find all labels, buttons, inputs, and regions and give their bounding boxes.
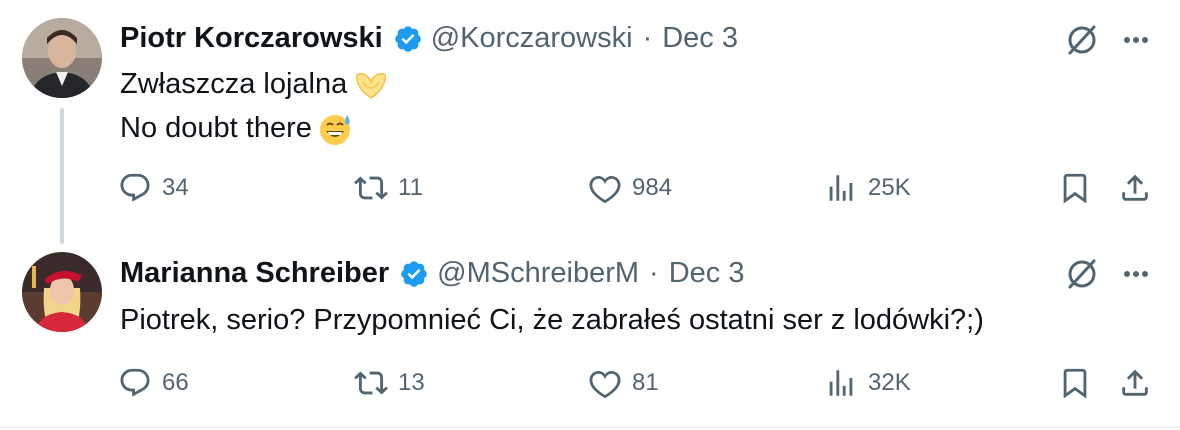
more-options-icon[interactable]	[1116, 254, 1156, 294]
reply-count: 34	[162, 174, 189, 201]
views-count: 32K	[868, 369, 911, 396]
verified-badge-icon	[394, 25, 421, 52]
separator-dot: ·	[642, 22, 653, 54]
reply-button[interactable]: 66	[118, 363, 189, 403]
tweet-text: Zwłaszcza lojalna No doubt there	[120, 62, 389, 150]
verified-badge-icon	[401, 260, 427, 287]
views-bar-chart-icon	[829, 175, 853, 201]
bookmark-icon	[1063, 173, 1087, 204]
tweet-date[interactable]: Dec 3	[669, 257, 745, 290]
reply-icon	[120, 173, 150, 202]
like-button[interactable]: 984	[588, 168, 672, 208]
reply-button[interactable]: 34	[118, 168, 189, 208]
tweet-line: No doubt there	[120, 106, 389, 150]
heart-hands-emoji	[356, 73, 387, 100]
author-name[interactable]: Marianna Schreiber	[120, 257, 389, 290]
tweet-header: Piotr Korczarowski @Korczarowski · Dec 3	[120, 22, 738, 55]
tweet-line: Piotrek, serio? Przypomnieć Ci, że zabra…	[120, 304, 984, 336]
share-button[interactable]	[1118, 168, 1152, 208]
views-count: 25K	[868, 174, 911, 201]
author-handle[interactable]: @MSchreiberM	[437, 257, 639, 290]
separator-dot: ·	[649, 257, 659, 289]
repost-count: 11	[398, 174, 423, 201]
repost-button[interactable]: 13	[354, 363, 425, 403]
divider	[0, 426, 1180, 428]
more-options-icon[interactable]	[1116, 20, 1156, 60]
repost-icon	[354, 176, 388, 200]
grok-icon[interactable]	[1062, 254, 1102, 294]
tweet-text: Piotrek, serio? Przypomnieć Ci, że zabra…	[120, 298, 984, 342]
heart-icon	[589, 370, 621, 399]
tweet[interactable]: Piotr Korczarowski @Korczarowski · Dec 3…	[0, 0, 1180, 244]
bookmark-button[interactable]	[1058, 168, 1092, 208]
like-button[interactable]: 81	[588, 363, 659, 403]
views-button[interactable]: 32K	[824, 363, 911, 403]
author-handle[interactable]: @Korczarowski	[431, 22, 633, 55]
tweet-header: Marianna Schreiber @MSchreiberM · Dec 3	[120, 257, 744, 290]
share-icon	[1122, 369, 1148, 396]
like-count: 984	[632, 174, 673, 201]
bookmark-icon	[1063, 368, 1087, 399]
tweet-date[interactable]: Dec 3	[662, 22, 738, 55]
bookmark-button[interactable]	[1058, 363, 1092, 403]
repost-icon	[354, 371, 388, 395]
tweet-actions: 34 11 984 25K	[0, 168, 1180, 208]
share-icon	[1122, 174, 1148, 201]
tweet-actions: 66 13 81 32K	[0, 363, 1180, 403]
tweet[interactable]: Marianna Schreiber @MSchreiberM · Dec 3 …	[0, 230, 1180, 430]
views-bar-chart-icon	[829, 370, 853, 396]
reply-icon	[120, 368, 150, 397]
like-count: 81	[632, 369, 659, 396]
share-button[interactable]	[1118, 363, 1152, 403]
reply-count: 66	[162, 369, 189, 396]
avatar[interactable]	[22, 18, 102, 98]
views-button[interactable]: 25K	[824, 168, 911, 208]
grinning-sweat-emoji	[319, 115, 350, 146]
tweet-line: Zwłaszcza lojalna	[120, 62, 389, 106]
avatar[interactable]	[22, 252, 102, 332]
repost-count: 13	[398, 369, 425, 396]
grok-icon[interactable]	[1062, 20, 1102, 60]
repost-button[interactable]: 11	[354, 168, 423, 208]
author-name[interactable]: Piotr Korczarowski	[120, 22, 383, 55]
heart-icon	[589, 175, 621, 204]
